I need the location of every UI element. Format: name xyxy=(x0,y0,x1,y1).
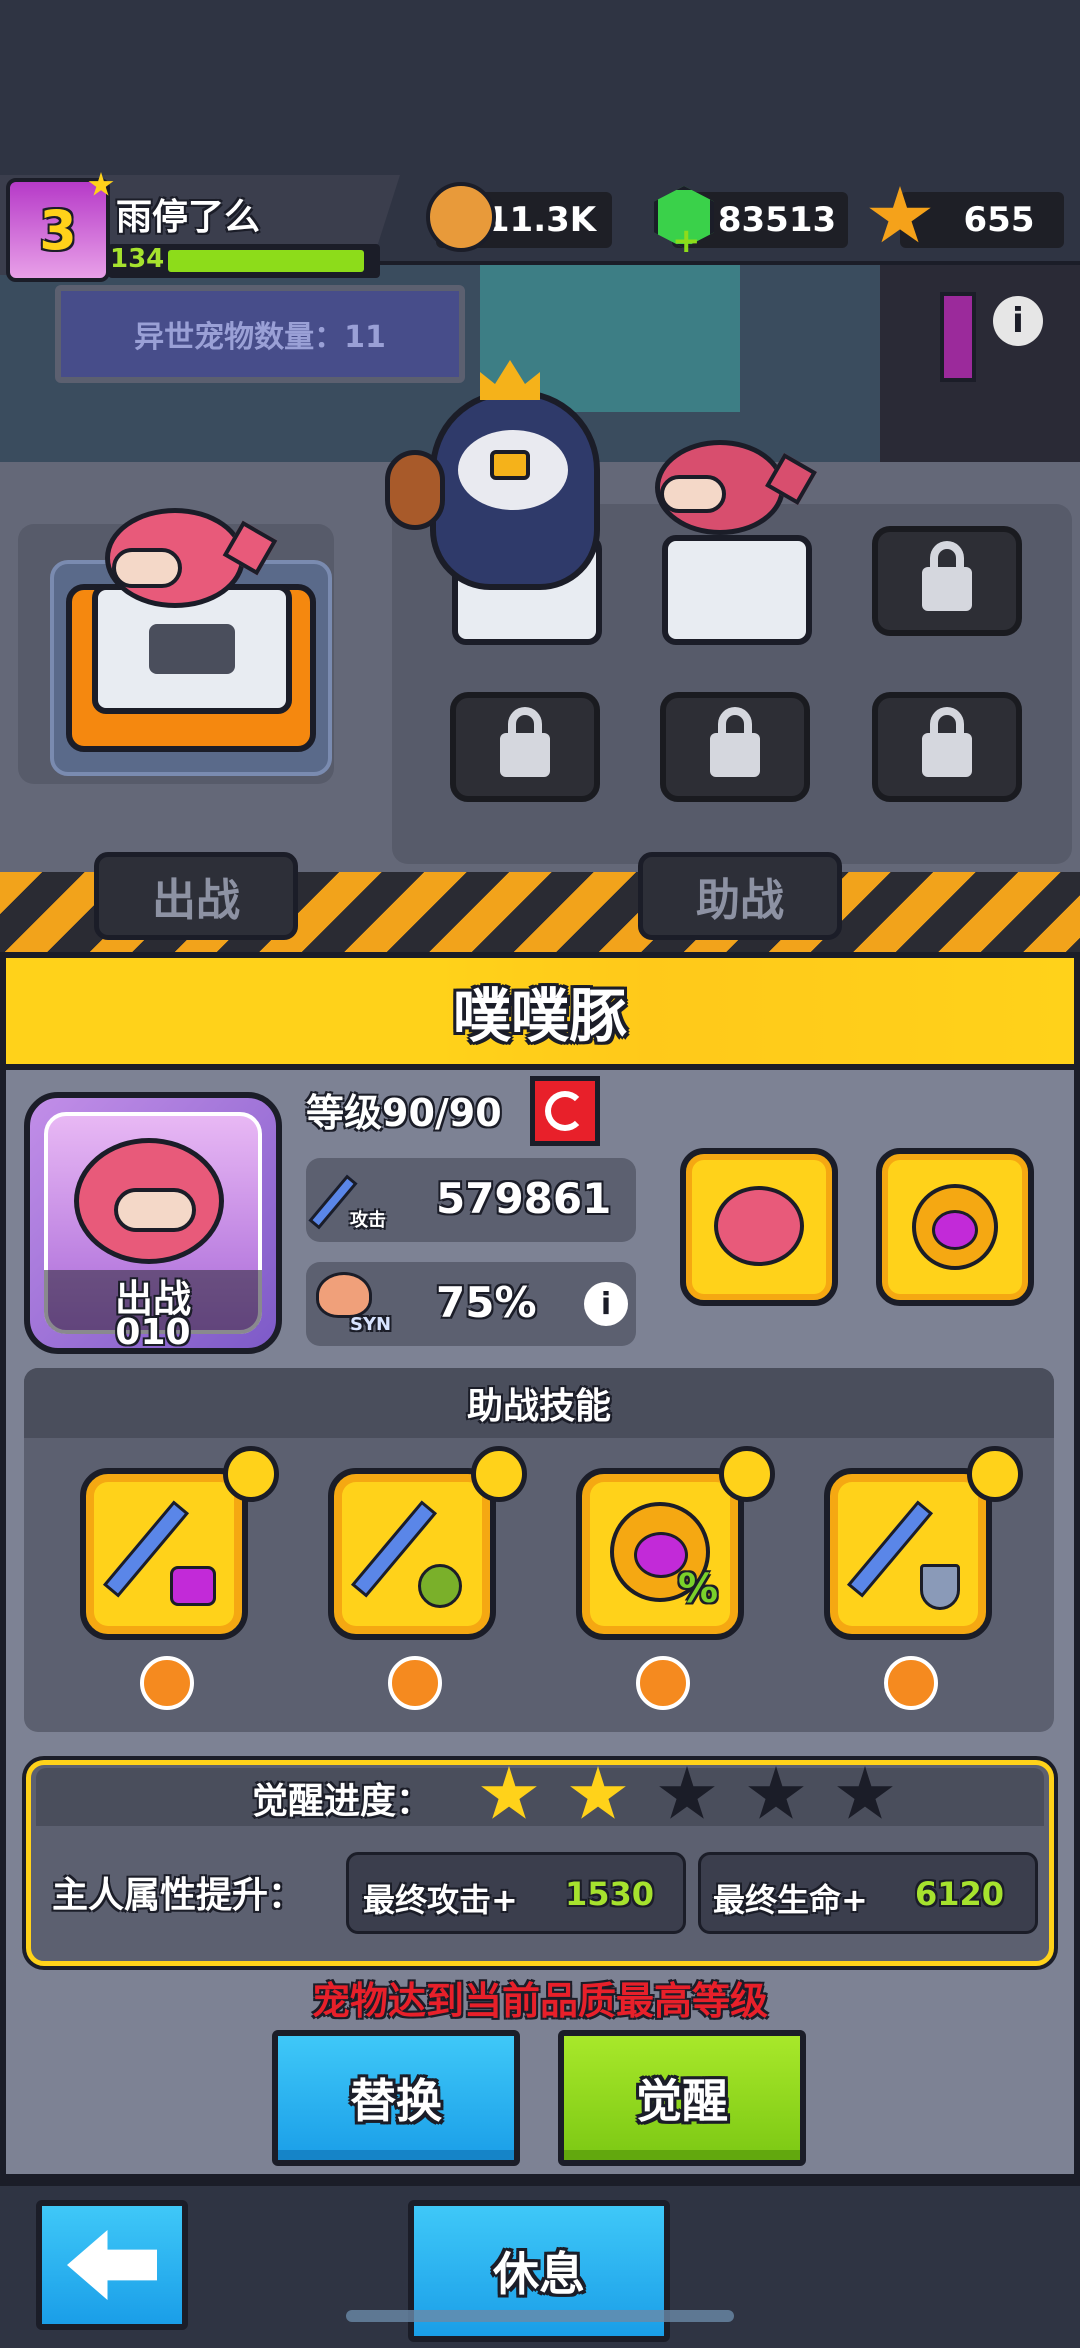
assist-skills-header: 助战技能 xyxy=(24,1368,1054,1438)
lock-icon xyxy=(500,733,550,777)
refresh-icon xyxy=(545,1091,585,1131)
pet-card[interactable]: 出战 010 xyxy=(24,1092,282,1354)
lock-icon xyxy=(710,733,760,777)
avatar-badge: 3 xyxy=(39,198,77,262)
player-name: 雨停了么 xyxy=(116,197,261,238)
max-level-notice-text: 宠物达到当前品质最高等级 xyxy=(311,1979,768,2023)
final-hp-label: 最终生命+ xyxy=(713,1881,868,1919)
xp-bar-fill xyxy=(168,250,364,272)
coin-value: 11.3K xyxy=(485,200,597,240)
info-icon: i xyxy=(600,1286,612,1322)
gem-value: 83513 xyxy=(717,200,837,240)
awaken-label: 觉醒 xyxy=(636,2074,728,2128)
back-arrow-icon xyxy=(67,2230,157,2300)
penguin-pet-sprite[interactable] xyxy=(385,360,620,600)
assist-skill-2[interactable] xyxy=(328,1468,496,1640)
pufferfish-icon xyxy=(714,1186,804,1266)
final-attack-label: 最终攻击+ xyxy=(363,1881,518,1919)
assist-slot-2[interactable] xyxy=(662,535,812,645)
assist-slot-locked-3[interactable] xyxy=(872,526,1022,636)
assist-slot-locked-4[interactable] xyxy=(450,692,600,802)
assist-slot-locked-6[interactable] xyxy=(872,692,1022,802)
xp-bar: 134 xyxy=(108,244,380,278)
pet-level: 等级90/90 xyxy=(306,1091,502,1135)
attack-label: 攻击 xyxy=(350,1210,386,1231)
pet-title-bar: 噗噗豚 xyxy=(0,952,1080,1070)
assist-skill-3-swap-button[interactable] xyxy=(719,1446,775,1502)
pet-count-label: 异世宠物数量：11 xyxy=(134,320,386,355)
lock-icon xyxy=(922,567,972,611)
assist-slot-locked-5[interactable] xyxy=(660,692,810,802)
final-hp-value: 6120 xyxy=(915,1875,1005,1913)
max-level-notice: 宠物达到当前品质最高等级 xyxy=(0,1970,1080,2025)
assist-skill-1-swap-button[interactable] xyxy=(223,1446,279,1502)
star-empty-icon xyxy=(837,1766,893,1819)
back-button[interactable] xyxy=(36,2200,188,2330)
assist-skill-2-upgrade-button[interactable] xyxy=(388,1656,442,1710)
awaken-button[interactable]: 觉醒 xyxy=(558,2030,806,2166)
syn-info-button[interactable]: i xyxy=(584,1282,628,1326)
final-hp-box: 最终生命+ 6120 xyxy=(698,1852,1038,1934)
awakening-stars xyxy=(480,1762,920,1826)
assist-skills-title: 助战技能 xyxy=(466,1386,611,1427)
assist-skill-4[interactable] xyxy=(824,1468,992,1640)
star-counter[interactable]: 655 xyxy=(900,192,1064,248)
star-filled-icon xyxy=(481,1766,537,1819)
assist-label: 助战 xyxy=(696,875,784,926)
star-empty-icon xyxy=(659,1766,715,1819)
battle-label-plate: 出战 xyxy=(94,852,298,940)
assist-pet-sprite[interactable] xyxy=(650,430,820,550)
syn-label: SYN xyxy=(350,1314,392,1335)
assist-skill-3-upgrade-button[interactable] xyxy=(636,1656,690,1710)
home-indicator xyxy=(346,2310,734,2322)
pet-skill-2-button[interactable] xyxy=(876,1148,1034,1306)
replace-label: 替换 xyxy=(350,2074,442,2128)
awakening-progress-label: 觉醒进度： xyxy=(252,1781,433,1822)
pet-skill-1-button[interactable] xyxy=(680,1148,838,1306)
star-empty-icon xyxy=(748,1766,804,1819)
replace-button[interactable]: 替换 xyxy=(272,2030,520,2166)
owner-boost-label: 主人属性提升： xyxy=(52,1875,305,1916)
info-button[interactable]: i xyxy=(993,296,1043,346)
attack-stat-box: 攻击 579861 xyxy=(306,1158,636,1242)
lock-icon xyxy=(922,733,972,777)
info-icon: i xyxy=(1012,301,1024,341)
top-bar xyxy=(0,0,1080,165)
assist-skill-1-upgrade-button[interactable] xyxy=(140,1656,194,1710)
final-attack-value: 1530 xyxy=(565,1875,655,1913)
syn-value: 75% xyxy=(436,1278,537,1327)
final-attack-box: 最终攻击+ 1530 xyxy=(346,1852,686,1934)
battle-pet-sprite[interactable] xyxy=(100,498,278,618)
pet-card-number: 010 xyxy=(115,1312,191,1353)
assist-skill-4-swap-button[interactable] xyxy=(967,1446,1023,1502)
assist-skill-2-swap-button[interactable] xyxy=(471,1446,527,1502)
pet-portrait xyxy=(74,1138,244,1268)
star-filled-icon xyxy=(570,1766,626,1819)
assist-skill-1[interactable] xyxy=(80,1468,248,1640)
coin-icon xyxy=(426,182,496,252)
battle-label: 出战 xyxy=(152,875,240,926)
rest-label: 休息 xyxy=(493,2247,585,2301)
reset-level-button[interactable] xyxy=(530,1076,600,1146)
pet-name: 噗噗豚 xyxy=(452,982,627,1050)
syn-stat-box: SYN 75% i xyxy=(306,1262,636,1346)
assist-label-plate: 助战 xyxy=(638,852,842,940)
star-value: 655 xyxy=(963,200,1035,240)
assist-skill-4-upgrade-button[interactable] xyxy=(884,1656,938,1710)
attack-value: 579861 xyxy=(436,1174,612,1223)
paw-icon xyxy=(316,1272,372,1318)
cat-orb-icon xyxy=(912,1184,998,1270)
assist-skill-3[interactable]: % xyxy=(576,1468,744,1640)
player-level: 134 xyxy=(110,244,165,274)
add-gem-icon[interactable]: + xyxy=(672,224,702,258)
